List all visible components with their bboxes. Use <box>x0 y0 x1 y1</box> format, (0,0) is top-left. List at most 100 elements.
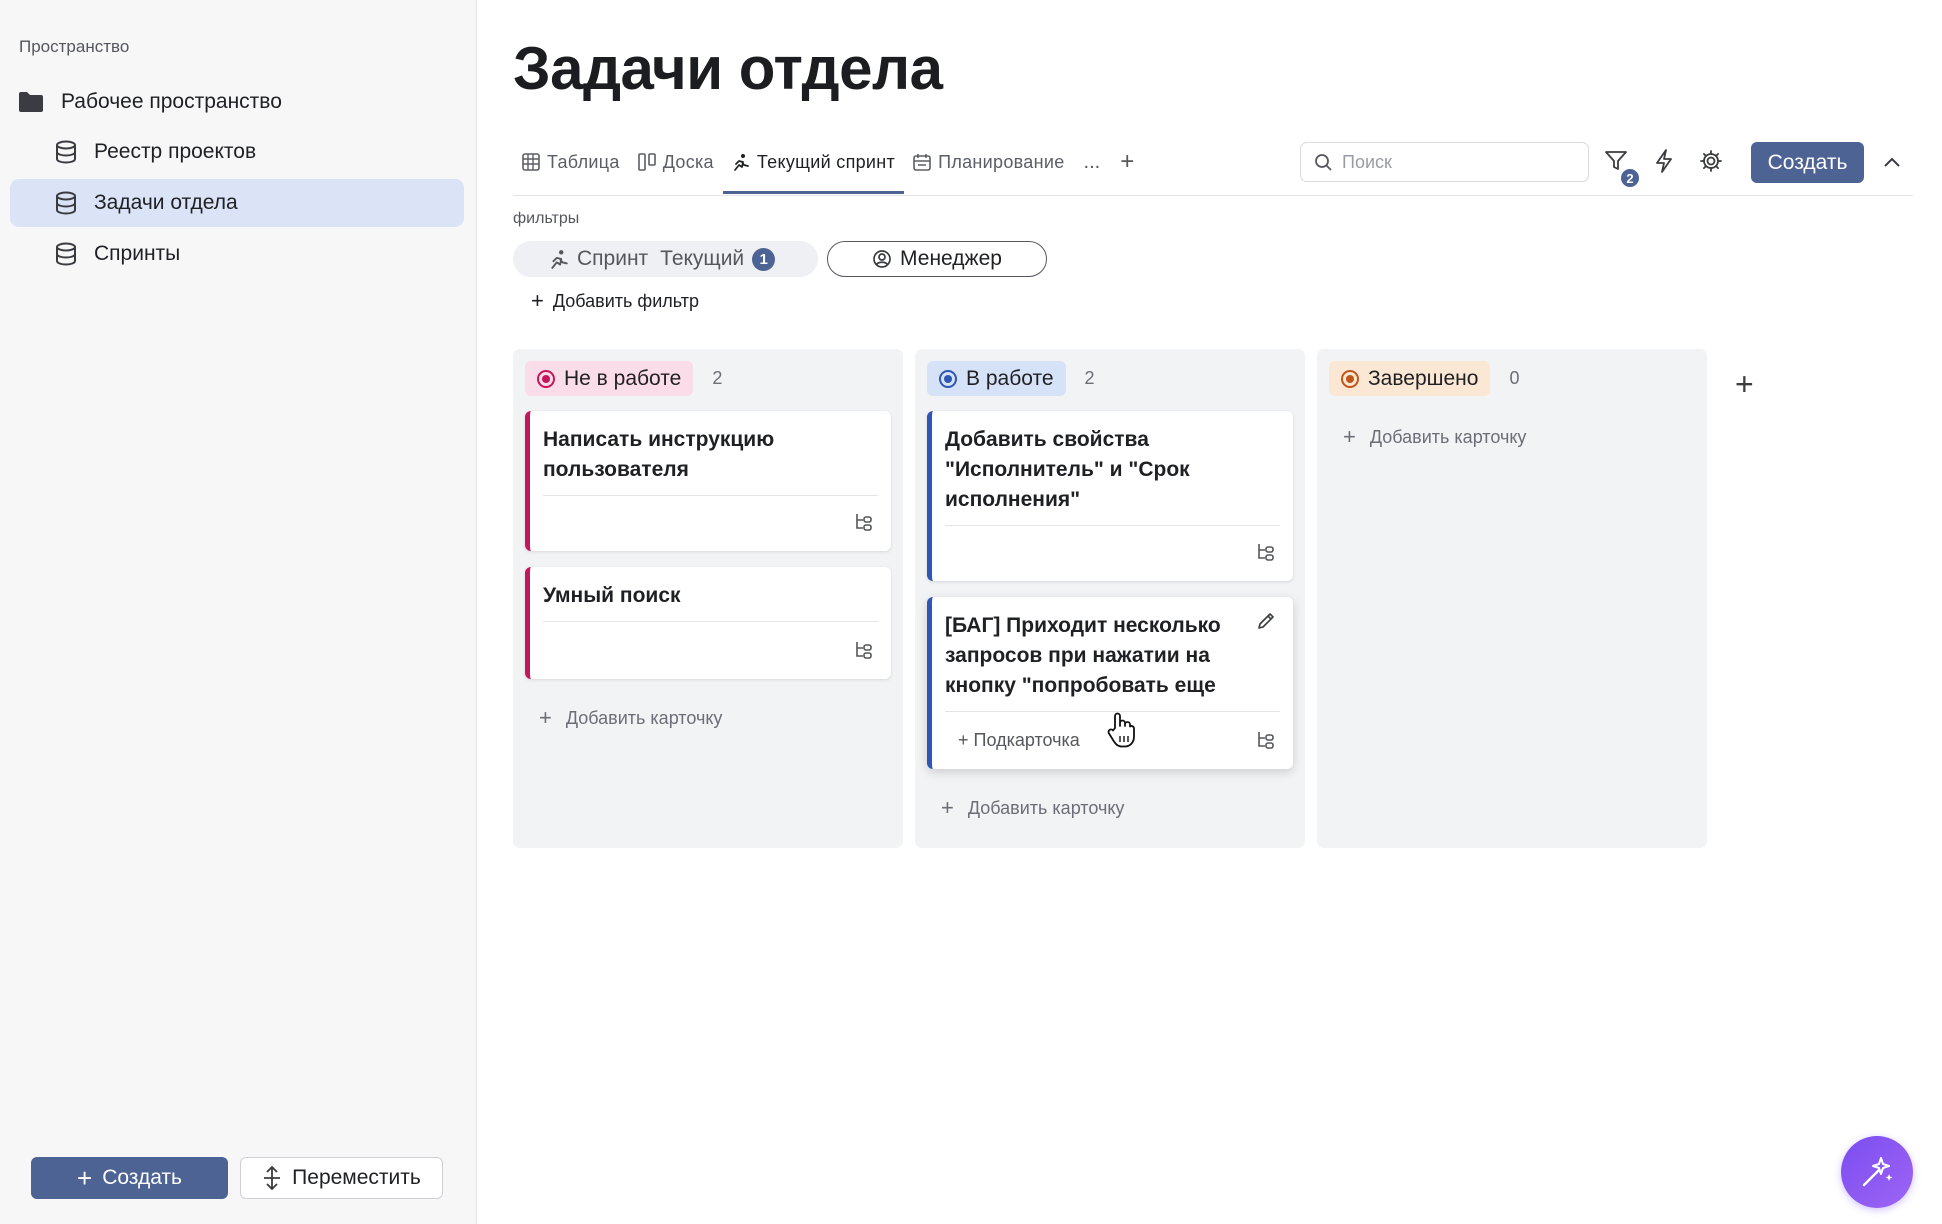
tabs-add-button[interactable]: + <box>1110 140 1144 184</box>
add-card-button[interactable]: + Добавить карточку <box>1343 426 1526 448</box>
sparkle-wand-icon <box>1862 1157 1893 1187</box>
add-subcard-button[interactable]: + Подкарточка <box>958 730 1080 751</box>
sidebar-create-label: Создать <box>102 1166 182 1189</box>
task-card[interactable]: Добавить свойства "Исполнитель" и "Срок … <box>927 411 1293 581</box>
card-title: Добавить свойства "Исполнитель" и "Срок … <box>945 428 1190 511</box>
add-filter-label: Добавить фильтр <box>552 290 700 311</box>
move-vertical-icon <box>264 1166 281 1190</box>
database-icon <box>56 242 76 266</box>
task-card[interactable]: Умный поиск <box>525 567 891 679</box>
settings-button[interactable] <box>1698 148 1724 174</box>
column-header[interactable]: В работе 2 <box>927 361 1095 396</box>
add-card-label: Добавить карточку <box>967 797 1125 818</box>
sidebar-item-label: Задачи отдела <box>94 191 238 214</box>
plus-icon: + <box>77 1163 93 1193</box>
add-filter-button[interactable]: + Добавить фильтр <box>531 290 699 312</box>
sidebar-workspace[interactable]: Рабочее пространство <box>18 86 282 118</box>
pencil-icon[interactable] <box>1256 611 1276 631</box>
column-count: 0 <box>1509 368 1520 388</box>
search-input[interactable]: Поиск <box>1300 142 1589 182</box>
sidebar-workspace-label: Рабочее пространство <box>61 90 282 113</box>
page-title: Задачи отдела <box>513 35 943 102</box>
hand-cursor-icon <box>1107 712 1135 748</box>
tab-table[interactable]: Таблица <box>513 140 629 184</box>
status-label: Не в работе <box>564 366 682 390</box>
tab-label: Доска <box>662 151 714 172</box>
sidebar-item-department-tasks[interactable]: Задачи отдела <box>10 179 464 227</box>
status-pill: Не в работе <box>525 361 694 396</box>
column-header[interactable]: Завершено 0 <box>1329 361 1519 396</box>
user-circle-icon <box>873 250 891 268</box>
filter-chip-sprint[interactable]: Спринт Текущий 1 <box>513 241 818 277</box>
plus-icon: + <box>941 795 954 820</box>
database-icon <box>56 191 76 215</box>
status-dot-icon <box>939 369 957 388</box>
subtasks-icon[interactable] <box>1256 542 1276 562</box>
status-dot-icon <box>537 369 555 388</box>
filter-chip-badge: 1 <box>752 247 776 271</box>
tabs-divider <box>513 195 1913 196</box>
create-button[interactable]: Создать <box>1751 142 1864 183</box>
filter-chip-value: Текущий <box>660 247 745 270</box>
tab-label: Таблица <box>547 151 620 172</box>
filter-chip-manager[interactable]: Менеджер <box>827 241 1047 277</box>
sidebar-move-button[interactable]: Переместить <box>240 1157 443 1199</box>
search-placeholder: Поиск <box>1342 151 1392 172</box>
sidebar-create-button[interactable]: + Создать <box>31 1157 228 1199</box>
planning-icon <box>913 154 931 171</box>
sidebar-item-projects[interactable]: Реестр проектов <box>10 128 464 176</box>
column-count: 2 <box>712 368 723 388</box>
tab-planning[interactable]: Планирование <box>904 140 1073 184</box>
board-column-not-started: Не в работе 2 Написать инструкцию пользо… <box>513 349 903 848</box>
card-title: Написать инструкцию пользователя <box>543 428 775 481</box>
subtasks-icon[interactable] <box>854 640 874 660</box>
filters-label: фильтры <box>513 210 580 227</box>
plus-icon: + <box>539 705 552 730</box>
add-card-button[interactable]: + Добавить карточку <box>539 707 722 729</box>
lightning-icon <box>1656 149 1672 173</box>
sidebar-item-label: Реестр проектов <box>94 140 257 163</box>
tabs-more-button[interactable]: ... <box>1074 140 1111 184</box>
card-divider <box>543 495 878 496</box>
running-icon <box>734 154 749 171</box>
filter-chip-name: Спринт <box>577 247 649 270</box>
chevron-up-icon <box>1884 157 1900 167</box>
board-icon <box>637 153 656 171</box>
add-column-button[interactable]: + <box>1735 366 1754 403</box>
tab-current-sprint[interactable]: Текущий спринт <box>722 140 905 194</box>
sidebar-item-label: Спринты <box>94 242 181 265</box>
collapse-button[interactable] <box>1880 150 1904 174</box>
add-card-button[interactable]: + Добавить карточку <box>941 797 1124 819</box>
board-column-done: Завершено 0 + Добавить карточку <box>1317 349 1707 848</box>
running-icon <box>551 250 568 269</box>
status-label: Завершено <box>1368 366 1479 390</box>
add-card-label: Добавить карточку <box>1369 426 1527 447</box>
search-icon <box>1315 154 1332 171</box>
card-title: [БАГ] Приходит несколько запросов при на… <box>945 614 1221 697</box>
folder-icon <box>19 92 43 112</box>
status-pill: В работе <box>927 361 1066 396</box>
card-divider <box>945 525 1280 526</box>
ai-assistant-button[interactable] <box>1841 1136 1913 1208</box>
tab-label: Текущий спринт <box>756 151 896 172</box>
card-divider <box>543 621 878 622</box>
status-dot-icon <box>1341 369 1359 388</box>
tab-board[interactable]: Доска <box>629 140 723 184</box>
filter-chip-label: Менеджер <box>900 247 1002 270</box>
card-title: Умный поиск <box>543 584 681 607</box>
add-card-label: Добавить карточку <box>565 707 723 728</box>
board-column-in-progress: В работе 2 Добавить свойства "Исполнител… <box>915 349 1305 848</box>
status-pill: Завершено <box>1329 361 1491 396</box>
tab-label: Планирование <box>938 151 1065 172</box>
database-icon <box>56 140 76 164</box>
subtasks-icon[interactable] <box>1256 730 1276 750</box>
filter-count-badge: 2 <box>1619 167 1641 189</box>
plus-icon: + <box>531 288 544 313</box>
plus-icon: + <box>1343 424 1356 449</box>
automation-button[interactable] <box>1651 148 1677 174</box>
column-header[interactable]: Не в работе 2 <box>525 361 722 396</box>
task-card[interactable]: Написать инструкцию пользователя <box>525 411 891 551</box>
subtasks-icon[interactable] <box>854 512 874 532</box>
sidebar-item-sprints[interactable]: Спринты <box>10 230 464 278</box>
view-tabs: Таблица Доска Текущий спринт Планировани… <box>513 140 1144 196</box>
